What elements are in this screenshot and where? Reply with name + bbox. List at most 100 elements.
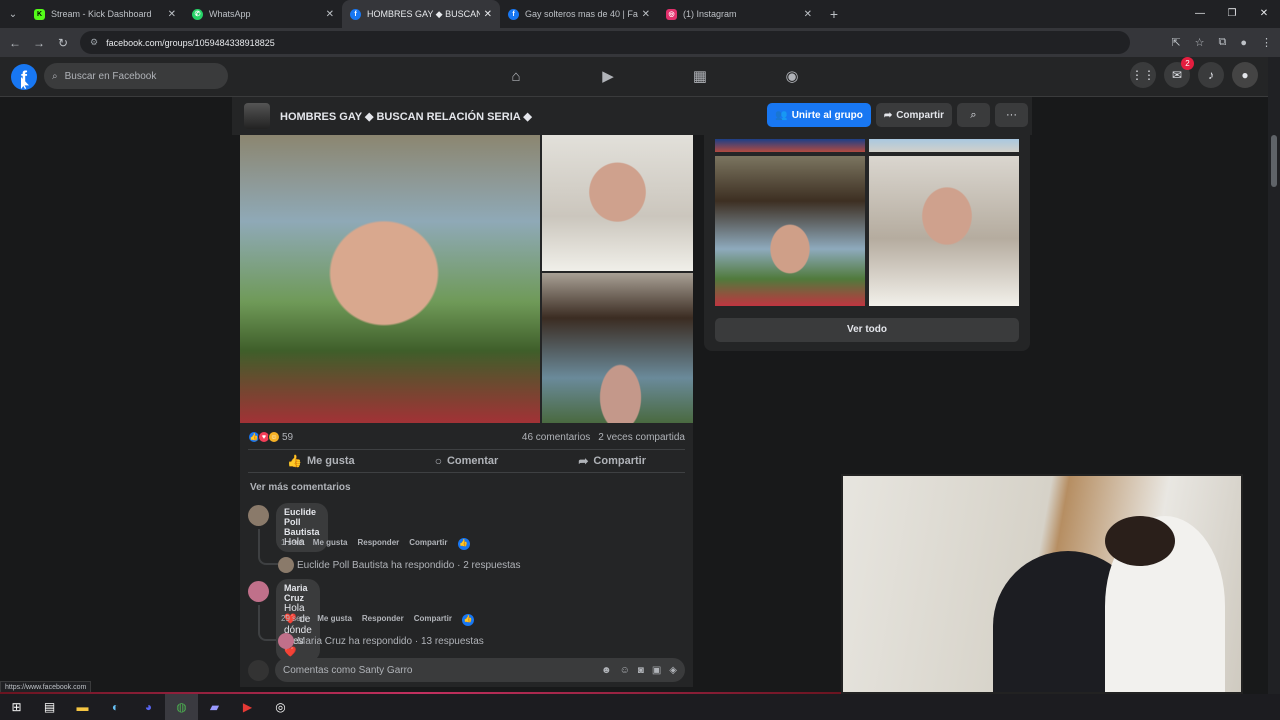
bookmark-star-icon[interactable]: ☆: [1195, 36, 1205, 49]
forward-icon[interactable]: →: [27, 36, 51, 50]
obs-icon[interactable]: ◎: [264, 694, 297, 720]
extensions-icon[interactable]: ⧉: [1218, 36, 1226, 49]
toolbar-actions: ⇱ ☆ ⧉ ● ⋮: [1171, 28, 1272, 57]
avatar-sticker-icon[interactable]: ☻: [601, 665, 612, 676]
restore-icon[interactable]: ❐: [1216, 0, 1248, 28]
close-icon[interactable]: ✕: [168, 9, 176, 20]
media-player-icon[interactable]: ▶: [231, 694, 264, 720]
media-thumbnail[interactable]: [869, 139, 1019, 152]
minimize-icon[interactable]: —: [1184, 0, 1216, 28]
facebook-top-nav: f ⌕ Buscar en Facebook ⌂ ▶ ▦ ◉ ⋮⋮ ✉ 2 ♪ …: [0, 57, 1268, 97]
comment-reply-button[interactable]: Responder: [357, 538, 399, 550]
like-button[interactable]: 👍 Me gusta: [248, 450, 394, 472]
media-thumbnail[interactable]: [715, 156, 865, 306]
notifications-icon[interactable]: ♪: [1198, 62, 1224, 88]
url-field[interactable]: ⚙ facebook.com/groups/1059484338918825: [80, 31, 1130, 54]
more-options-button[interactable]: ···: [995, 103, 1028, 127]
new-tab-button[interactable]: +: [820, 6, 848, 22]
marketplace-icon[interactable]: ▦: [654, 57, 746, 97]
site-info-icon[interactable]: ⚙: [90, 37, 98, 48]
tab-whatsapp[interactable]: ✆ WhatsApp ✕: [184, 0, 342, 28]
join-group-button[interactable]: 👥 Unirte al grupo: [767, 103, 871, 127]
avatar[interactable]: [248, 581, 269, 602]
group-actions: 👥 Unirte al grupo ➦ Compartir ⌕ ···: [767, 103, 1028, 127]
tab-search-button[interactable]: ⌄: [0, 0, 26, 28]
shares-count[interactable]: 2 veces compartida: [598, 432, 685, 443]
comment-reply-button[interactable]: Responder: [362, 614, 404, 626]
scrollbar-thumb[interactable]: [1271, 135, 1277, 187]
reload-icon[interactable]: ↻: [51, 36, 75, 50]
comment-author[interactable]: Maria Cruz: [284, 583, 312, 603]
avatar[interactable]: [248, 659, 269, 681]
close-icon[interactable]: ✕: [642, 9, 650, 20]
gif-icon[interactable]: ▣: [652, 665, 661, 676]
home-icon[interactable]: ⌂: [470, 57, 562, 97]
see-all-button[interactable]: Ver todo: [715, 318, 1019, 342]
tab-instagram[interactable]: ◎ (1) Instagram ✕: [658, 0, 820, 28]
avatar[interactable]: [248, 505, 269, 526]
media-thumbnail[interactable]: [869, 156, 1019, 306]
video-icon[interactable]: ▶: [562, 57, 654, 97]
comment-share-button[interactable]: Compartir: [414, 614, 452, 626]
post-photo-main[interactable]: [240, 135, 540, 423]
install-icon[interactable]: ⇱: [1171, 36, 1180, 49]
webcam-overlay: [841, 474, 1243, 694]
premiere-icon[interactable]: ▰: [198, 694, 231, 720]
close-icon[interactable]: ✕: [804, 9, 812, 20]
group-title[interactable]: HOMBRES GAY ◆ BUSCAN RELACIÓN SERIA ◆: [280, 110, 532, 123]
share-button[interactable]: ➦ Compartir: [539, 450, 685, 472]
thumbs-up-icon: 👍: [287, 454, 302, 468]
see-more-comments[interactable]: Ver más comentarios: [250, 482, 351, 493]
gaming-icon[interactable]: ◉: [746, 57, 838, 97]
reaction-count[interactable]: 59: [282, 432, 293, 443]
group-search-button[interactable]: ⌕: [957, 103, 990, 127]
page-scrollbar[interactable]: [1268, 57, 1280, 694]
sticker-icon[interactable]: ◈: [669, 665, 677, 676]
steam-icon[interactable]: ◐: [99, 694, 132, 720]
windows-start-icon[interactable]: ⊞: [0, 694, 33, 720]
search-input[interactable]: ⌕ Buscar en Facebook: [44, 63, 228, 89]
profile-icon[interactable]: ●: [1240, 37, 1247, 49]
post-photo-3[interactable]: [542, 273, 693, 423]
chrome-icon[interactable]: ◍: [165, 694, 198, 720]
view-replies-link[interactable]: Maria Cruz ha respondido · 13 respuestas: [278, 633, 484, 649]
file-explorer-icon[interactable]: ▬: [66, 694, 99, 720]
back-icon[interactable]: ←: [3, 36, 27, 50]
comment-time[interactable]: 29 sem: [281, 614, 307, 626]
tab-facebook-group[interactable]: f HOMBRES GAY ◆ BUSCAN RE ✕: [342, 0, 500, 28]
avatar[interactable]: ●: [1232, 62, 1258, 88]
avatar: [278, 633, 294, 649]
view-replies-link[interactable]: Euclide Poll Bautista ha respondido · 2 …: [278, 557, 520, 573]
comment-time[interactable]: 1 sem: [281, 538, 303, 550]
messenger-icon[interactable]: ✉ 2: [1164, 57, 1194, 88]
comment-author[interactable]: Euclide Poll Bautista: [284, 507, 320, 537]
media-thumbnail[interactable]: [715, 139, 865, 152]
share-icon: ➦: [883, 109, 893, 121]
comments-count[interactable]: 46 comentarios: [522, 432, 590, 443]
reactions-summary[interactable]: 👍 ♥ ☺: [248, 431, 280, 443]
menu-grid-icon[interactable]: ⋮⋮: [1130, 62, 1156, 88]
discord-icon[interactable]: ◕: [132, 694, 165, 720]
camera-icon[interactable]: ◙: [638, 665, 644, 676]
menu-icon[interactable]: ⋮: [1261, 36, 1272, 49]
tab-facebook-singles[interactable]: f Gay solteros mas de 40 | Faceb ✕: [500, 0, 658, 28]
comment-meta: 1 sem Me gusta Responder Compartir 👍: [281, 538, 470, 550]
comment-input[interactable]: Comentas como Santy Garro ☻ ☺ ◙ ▣ ◈: [275, 658, 685, 682]
tab-kick[interactable]: K Stream - Kick Dashboard ✕: [26, 0, 184, 28]
close-icon[interactable]: ✕: [326, 9, 334, 20]
comment-like-button[interactable]: Me gusta: [317, 614, 352, 626]
post-actions: 👍 Me gusta ○ Comentar ➦ Compartir: [248, 449, 685, 473]
close-icon[interactable]: ✕: [484, 9, 492, 20]
search-icon: ⌕: [52, 70, 58, 82]
close-window-icon[interactable]: ✕: [1248, 0, 1280, 28]
post-photo-2[interactable]: [542, 135, 693, 271]
task-view-icon[interactable]: ▤: [33, 694, 66, 720]
comment-share-button[interactable]: Compartir: [409, 538, 447, 550]
share-icon: ➦: [578, 454, 589, 468]
comment-like-button[interactable]: Me gusta: [313, 538, 348, 550]
post-stats: 👍 ♥ ☺ 59 46 comentarios 2 veces comparti…: [248, 430, 685, 444]
group-avatar[interactable]: [244, 103, 270, 129]
share-group-button[interactable]: ➦ Compartir: [875, 103, 952, 127]
comment-button[interactable]: ○ Comentar: [394, 450, 540, 472]
emoji-icon[interactable]: ☺: [620, 665, 630, 676]
